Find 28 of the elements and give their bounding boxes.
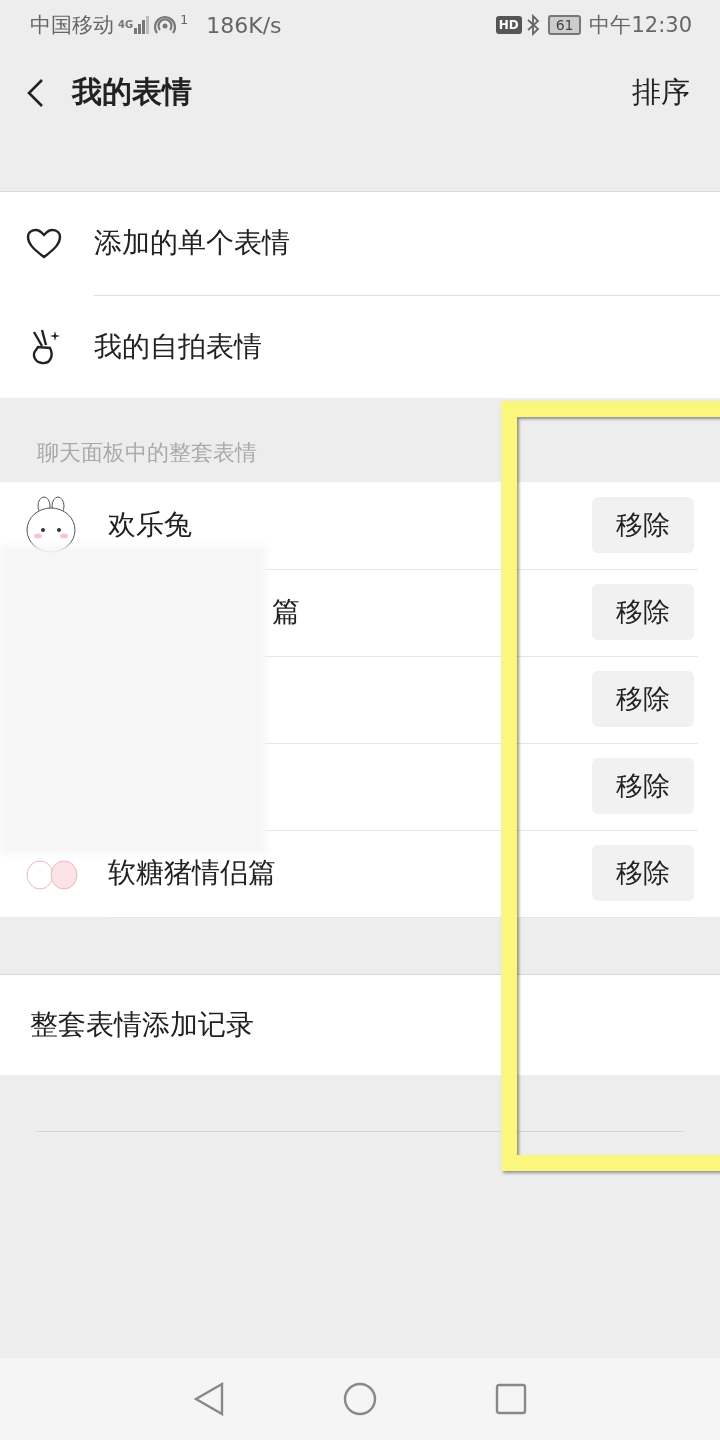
remove-button[interactable]: 移除	[592, 584, 694, 640]
carrier-name: 中国移动	[30, 12, 114, 39]
hotspot-count: 1	[180, 12, 189, 27]
clock: 中午12:30	[589, 12, 692, 39]
add-history-item[interactable]: 整套表情添加记录	[0, 975, 720, 1075]
remove-button[interactable]: 移除	[592, 497, 694, 553]
section-header: 聊天面板中的整套表情	[36, 439, 258, 467]
page-title: 我的表情	[72, 73, 192, 111]
remove-button[interactable]: 移除	[592, 671, 694, 727]
signal-icon	[134, 16, 150, 34]
battery-level: 61	[547, 15, 582, 35]
sticker-set-name: 软糖猪情侣篇	[108, 855, 276, 891]
network-speed: 186K/s	[206, 12, 282, 38]
sticker-set-name: 篇	[272, 594, 300, 630]
menu-item[interactable]: 添加的单个表情	[0, 192, 720, 295]
home-nav-icon[interactable]	[343, 1382, 377, 1416]
hd-badge: HD	[495, 16, 522, 34]
sort-link[interactable]: 排序	[632, 72, 690, 113]
bluetooth-icon	[525, 14, 540, 36]
heart-icon	[26, 227, 62, 260]
back-icon[interactable]	[26, 77, 44, 108]
hotspot-icon	[154, 15, 176, 35]
recents-nav-icon[interactable]	[495, 1383, 527, 1415]
back-nav-icon[interactable]	[193, 1382, 225, 1416]
remove-button[interactable]: 移除	[592, 845, 694, 901]
menu-item[interactable]: 我的自拍表情	[0, 295, 720, 398]
remove-button[interactable]: 移除	[592, 758, 694, 814]
sticker-set-name: 欢乐兔	[108, 507, 192, 543]
